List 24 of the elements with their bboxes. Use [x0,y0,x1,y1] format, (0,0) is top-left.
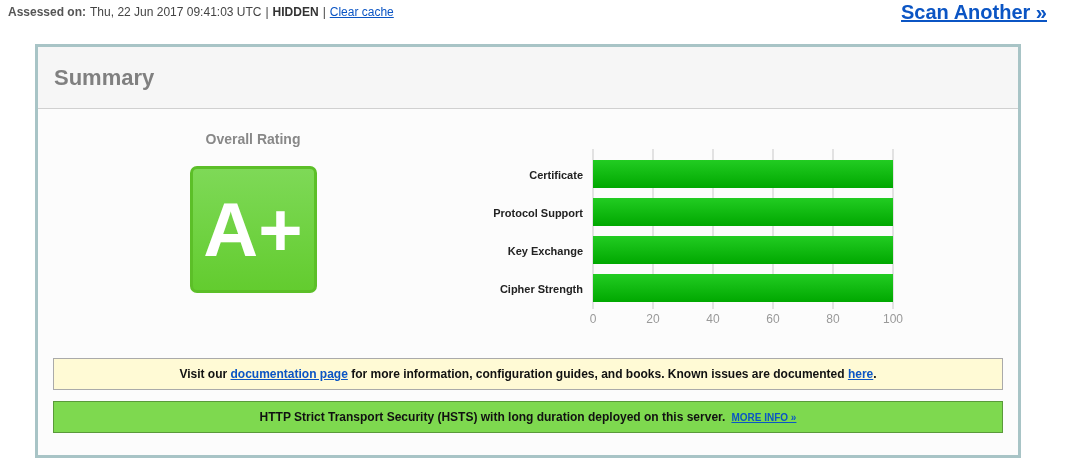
rating-label: Overall Rating [205,131,301,147]
visibility-status: HIDDEN [272,5,319,19]
grade-badge: A+ [189,166,317,293]
tick-label: 60 [766,312,780,326]
category-label: Certificate [529,169,583,181]
clear-cache-link[interactable]: Clear cache [329,5,394,19]
tick-label: 0 [589,312,597,326]
tick-label: 100 [883,312,903,326]
separator: | [265,5,269,19]
scan-another-link[interactable]: Scan Another » [901,0,1047,24]
text-link[interactable]: documentation page [230,367,348,381]
assessed-label: Assessed on: [8,5,87,19]
separator: | [322,5,326,19]
category-label: Cipher Strength [499,283,583,295]
info-notice: Visit our documentation page for more information, configuration guides, and books. Known issues are documented here. [53,358,1003,390]
tick-label: 80 [826,312,840,326]
category-label: Key Exchange [507,245,583,257]
success-notice: HTTP Strict Transport Security (HSTS) with long duration deployed on this server. MORE INFO » [53,401,1003,433]
panel-title: Summary [54,64,155,91]
assessed-date: Thu, 22 Jun 2017 09:41:03 UTC [90,5,262,19]
tick-label: 20 [646,312,660,326]
more-info-link[interactable]: MORE INFO » [731,412,797,423]
tick-label: 40 [706,312,720,326]
category-label: Protocol Support [493,207,583,219]
